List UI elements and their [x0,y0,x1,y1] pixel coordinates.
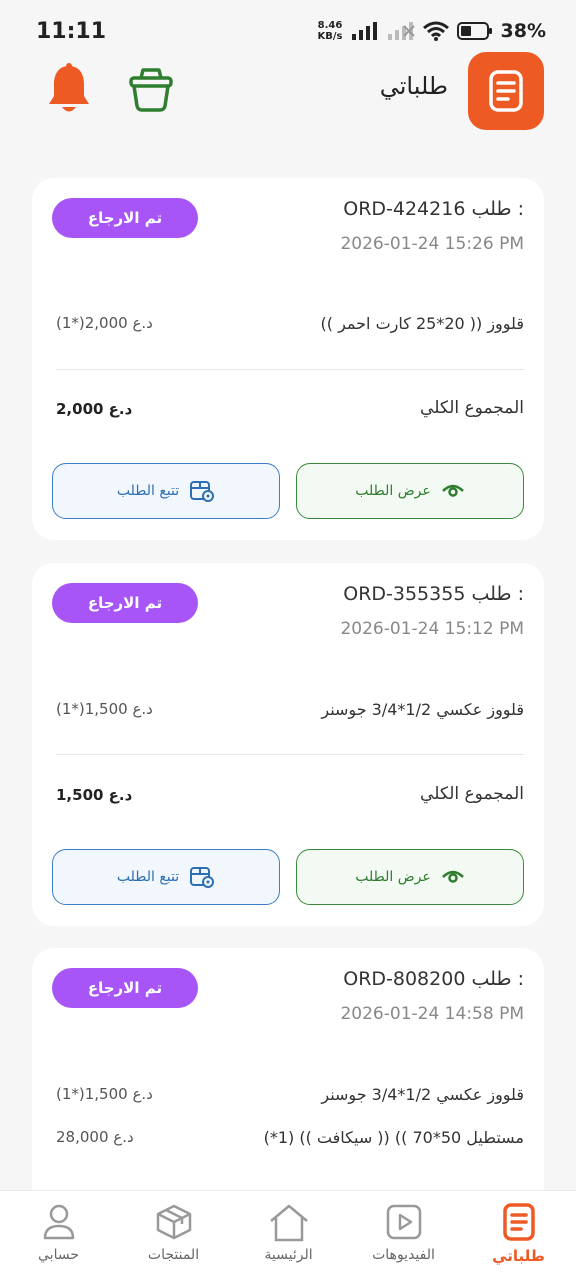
order-card: تم الارجاع ORD-424216 طلب : 2026-01-24 1… [32,178,544,540]
status-icons: 8.46 KB/s 38% [318,20,546,42]
eye-icon [441,484,464,497]
order-item: قلووز (( 20*25 كارت احمر )) (1*)2,000 د.… [56,314,524,338]
item-name: قلووز (( 20*25 كارت احمر )) [320,314,524,333]
item-name: قلووز عكسي 1/2*3/4 جوسنر [321,1085,524,1104]
wifi-icon [422,21,449,41]
nav-label: طلباتي [492,1247,545,1265]
box-icon [156,1204,191,1240]
track-order-button[interactable]: تتبع الطلب [52,849,280,905]
divider [56,754,524,755]
total-value: 2,000 د.ع [56,400,133,418]
total-label: المجموع الكلي [420,398,524,418]
order-date: 2026-01-24 15:12 PM [340,619,524,639]
nav-item-orders[interactable]: طلباتي [461,1191,576,1280]
status-time: 11:11 [36,18,107,44]
bottom-navigation: طلباتي الفيديوهات الرئيسية المنتجات حساب… [0,1190,576,1280]
signal-off-icon [387,22,415,40]
item-name: مستطيل 50*70 )) (( سيكافت )) (1*) [263,1128,524,1147]
nav-label: الفيديوهات [372,1247,435,1263]
nav-label: الرئيسية [264,1247,313,1263]
nav-item-home[interactable]: الرئيسية [231,1191,346,1280]
item-price: (1*)2,000 د.ع [56,314,153,332]
orders-document-icon [468,52,544,130]
eye-icon [441,870,464,883]
view-order-button[interactable]: عرض الطلب [296,463,524,519]
order-item: مستطيل 50*70 )) (( سيكافت )) (1*) 28,000… [56,1128,524,1152]
order-item: قلووز عكسي 1/2*3/4 جوسنر (1*)1,500 د.ع [56,700,524,724]
video-icon [386,1204,421,1240]
nav-item-products[interactable]: المنتجات [116,1191,231,1280]
status-badge: تم الارجاع [52,968,198,1008]
status-badge: تم الارجاع [52,583,198,623]
item-price: (1*)1,500 د.ع [56,1085,153,1103]
nav-label: المنتجات [147,1247,200,1263]
total-value: 1,500 د.ع [56,786,133,804]
order-number: ORD-808200 طلب : [343,968,524,990]
track-order-button[interactable]: تتبع الطلب [52,463,280,519]
item-price: 28,000 د.ع [56,1128,134,1146]
orders-icon [502,1203,535,1241]
home-icon [269,1204,308,1242]
nav-label: حسابي [38,1247,79,1263]
page-title: طلباتي [379,72,448,100]
bell-icon[interactable] [46,62,92,116]
basket-icon[interactable] [128,64,174,114]
order-number: ORD-355355 طلب : [343,583,524,605]
user-icon [43,1204,74,1240]
order-date: 2026-01-24 15:26 PM [340,234,524,254]
app-bar: طلباتي [0,50,576,130]
battery-level: 38% [500,20,546,42]
status-badge: تم الارجاع [52,198,198,238]
nav-item-videos[interactable]: الفيديوهات [346,1191,461,1280]
order-date: 2026-01-24 14:58 PM [340,1004,524,1024]
order-number: ORD-424216 طلب : [343,198,524,220]
total-label: المجموع الكلي [420,784,524,804]
net-speed: 8.46 KB/s [317,20,343,42]
order-card: تم الارجاع ORD-355355 طلب : 2026-01-24 1… [32,563,544,926]
item-price: (1*)1,500 د.ع [56,700,153,718]
package-location-icon [190,867,215,888]
signal-icon [351,22,377,40]
view-order-button[interactable]: عرض الطلب [296,849,524,905]
package-location-icon [190,481,215,502]
order-item: قلووز عكسي 1/2*3/4 جوسنر (1*)1,500 د.ع [56,1085,524,1109]
nav-item-account[interactable]: حسابي [1,1191,116,1280]
divider [56,369,524,370]
item-name: قلووز عكسي 1/2*3/4 جوسنر [321,700,524,719]
order-card: تم الارجاع ORD-808200 طلب : 2026-01-24 1… [32,948,544,1208]
battery-icon [456,22,492,40]
